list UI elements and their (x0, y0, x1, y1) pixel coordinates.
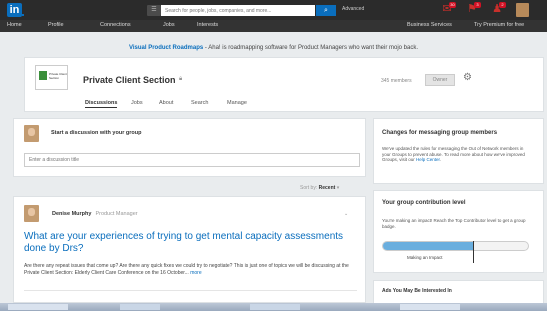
taskbar-item[interactable] (8, 304, 68, 310)
taskbar-item[interactable] (250, 304, 300, 310)
post-title[interactable]: What are your experiences of trying to g… (24, 231, 359, 255)
tab-discussions[interactable]: Discussions (85, 100, 118, 108)
advanced-search-link[interactable]: Advanced (342, 6, 364, 12)
post-more-link[interactable]: more (190, 270, 201, 276)
notifications-badge: 3 (474, 2, 481, 8)
group-logo-text: Private Client Section (49, 72, 67, 80)
messages-badge: 30 (449, 2, 456, 8)
messaging-changes-title: Changes for messaging group members (382, 130, 498, 136)
contribution-progress-marker (473, 241, 474, 263)
taskbar-item[interactable] (400, 304, 460, 310)
author-avatar[interactable] (24, 205, 39, 222)
logo-dot (22, 14, 24, 16)
owner-button[interactable]: Owner (425, 74, 455, 86)
contribution-progress-fill (383, 242, 473, 250)
sort-label: Sort by: (300, 185, 318, 191)
ads-title: Ads You May Be Interested In (382, 288, 452, 294)
group-title: Private Client Section (83, 75, 176, 85)
search-category-dropdown[interactable]: ☰ (147, 5, 161, 16)
contribution-progress-bar (382, 241, 529, 263)
help-center-link[interactable]: Help Center (416, 157, 440, 162)
discussion-title-input[interactable] (24, 153, 360, 167)
ad-text: - Aha! is roadmapping software for Produ… (203, 45, 419, 51)
ad-banner[interactable]: Visual Product Roadmaps - Aha! is roadma… (0, 45, 547, 51)
post-divider (24, 290, 357, 291)
gear-icon[interactable]: ⚙ (463, 72, 472, 83)
discussion-post: Denise Murphy Product Manager ⌄ What are … (13, 196, 366, 303)
post-author-role: Product Manager (95, 211, 138, 217)
profile-avatar[interactable] (516, 3, 529, 17)
post-author[interactable]: Denise Murphy (52, 211, 91, 217)
tab-jobs[interactable]: Jobs (131, 100, 143, 106)
messaging-changes-body: We've updated the rules for messaging th… (382, 146, 525, 162)
search-button[interactable]: ⌕ (316, 5, 336, 16)
my-avatar-face (28, 128, 35, 136)
lock-icon: 🔒︎ (179, 76, 183, 82)
messaging-changes-period: . (439, 157, 442, 162)
search-input[interactable] (161, 5, 315, 16)
chevron-down-icon[interactable]: ▾ (337, 185, 340, 191)
search-icon: ⌕ (324, 7, 328, 14)
post-body-text: Are there any repeat issues that come up… (24, 263, 349, 276)
messaging-changes-card: Changes for messaging group members We'v… (373, 118, 544, 184)
nav-connections[interactable]: Connections (100, 22, 131, 28)
start-discussion-label: Start a discussion with your group (51, 130, 142, 136)
my-avatar (24, 125, 39, 142)
members-count[interactable]: 345 members (381, 78, 412, 84)
sort-value[interactable]: Recent (319, 185, 336, 191)
group-logo[interactable]: Private Client Section (35, 65, 68, 90)
connections-badge: 2 (499, 2, 506, 8)
post-author-line: Denise Murphy Product Manager (52, 211, 138, 217)
group-logo-mark (39, 71, 47, 80)
author-avatar-face (28, 208, 35, 216)
post-options-chevron-icon[interactable]: ⌄ (344, 211, 348, 217)
nav-business-services[interactable]: Business Services (407, 22, 452, 28)
tab-about[interactable]: About (159, 100, 173, 106)
nav-home[interactable]: Home (7, 22, 22, 28)
tab-search[interactable]: Search (191, 100, 208, 106)
sort-control[interactable]: Sort by: Recent ▾ (300, 185, 339, 191)
contribution-level-text: You're making an impact! Reach the Top C… (382, 218, 526, 229)
group-header: Private Client Section Private Client Se… (24, 57, 544, 112)
tab-manage[interactable]: Manage (227, 100, 247, 106)
linkedin-logo[interactable]: in (7, 3, 22, 17)
ads-card: Ads You May Be Interested In (373, 280, 544, 305)
contribution-level-label: Making an Impact (407, 255, 443, 260)
nav-try-premium[interactable]: Try Premium for free (474, 22, 524, 28)
taskbar-item[interactable] (120, 304, 160, 310)
top-bar: in ☰ ⌕ Advanced ✉ 30 ⚑ 3 ♟ 2 (0, 0, 547, 20)
messaging-changes-text: We've updated the rules for messaging th… (382, 146, 532, 163)
os-taskbar (0, 303, 547, 311)
post-body: Are there any repeat issues that come up… (24, 263, 362, 277)
main-nav: Home Profile Connections Jobs Interests … (0, 20, 547, 32)
ad-title[interactable]: Visual Product Roadmaps (129, 45, 203, 51)
contribution-level-card: Your group contribution level You're mak… (373, 190, 544, 273)
nav-jobs[interactable]: Jobs (163, 22, 175, 28)
contribution-level-title: Your group contribution level (382, 200, 466, 206)
start-discussion-card: Start a discussion with your group (13, 118, 366, 177)
nav-interests[interactable]: Interests (197, 22, 218, 28)
nav-profile[interactable]: Profile (48, 22, 64, 28)
